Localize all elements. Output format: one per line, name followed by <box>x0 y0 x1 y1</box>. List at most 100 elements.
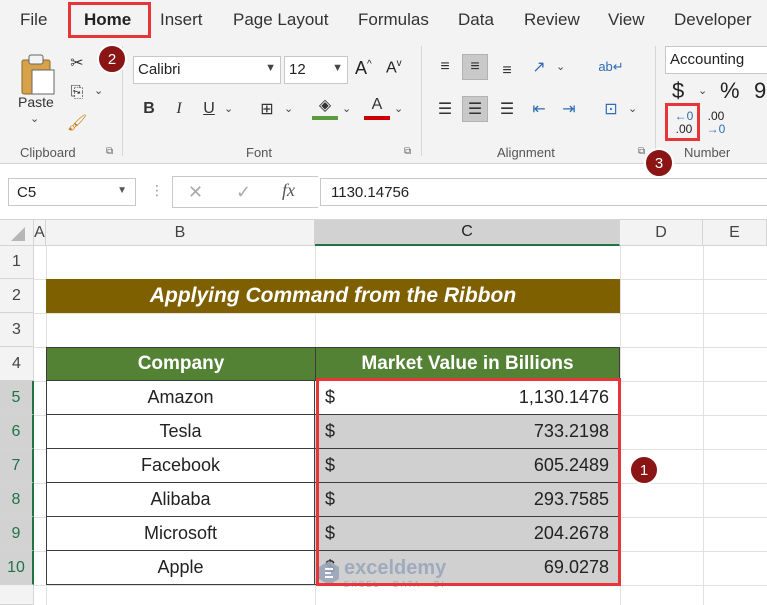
increase-decimal-highlight <box>665 103 700 141</box>
enter-icon[interactable]: ✓ <box>236 182 251 203</box>
sheet-title[interactable]: Applying Command from the Ribbon <box>46 279 620 313</box>
callout-badge-2: 2 <box>97 44 127 74</box>
merge-center-icon[interactable]: ⊡ <box>598 96 624 122</box>
font-size-dropdown[interactable]: 12 ▼ <box>284 56 348 84</box>
tab-review[interactable]: Review <box>524 10 580 30</box>
row-header-10[interactable]: 10 <box>0 551 34 585</box>
name-box[interactable]: C5 ▼ <box>8 178 136 206</box>
increase-indent-icon[interactable]: ⇥ <box>556 96 582 122</box>
row-header-2[interactable]: 2 <box>0 279 34 313</box>
column-header-c[interactable]: C <box>315 220 620 246</box>
cell-company[interactable]: Microsoft <box>46 517 315 551</box>
gridline <box>34 313 767 314</box>
grow-font-icon[interactable]: A^ <box>355 58 372 79</box>
row-header-1[interactable]: 1 <box>0 246 34 279</box>
align-right-icon[interactable]: ☰ <box>494 96 520 122</box>
select-all-corner[interactable] <box>0 220 34 246</box>
row-header-4[interactable]: 4 <box>0 347 34 381</box>
tab-page-layout[interactable]: Page Layout <box>233 10 328 30</box>
clipboard-launcher-icon[interactable]: ⧉ <box>106 146 113 157</box>
row-header-6[interactable]: 6 <box>0 415 34 449</box>
row-header-3[interactable]: 3 <box>0 313 34 347</box>
borders-icon[interactable]: ⊞ <box>254 96 280 122</box>
format-painter-icon[interactable]: 🖌 <box>64 110 90 136</box>
alignment-launcher-icon[interactable]: ⧉ <box>638 146 645 157</box>
fill-color-chevron-down-icon[interactable]: ⌄ <box>342 102 351 115</box>
cell-company[interactable]: Apple <box>46 551 315 585</box>
tab-view[interactable]: View <box>608 10 645 30</box>
copy-chevron-down-icon[interactable]: ⌄ <box>94 84 103 97</box>
tab-developer[interactable]: Developer <box>674 10 752 30</box>
callout-badge-1: 1 <box>629 455 659 485</box>
tab-insert[interactable]: Insert <box>160 10 203 30</box>
italic-button[interactable]: I <box>166 96 192 122</box>
copy-icon[interactable]: ⎘ <box>64 80 90 106</box>
tab-data[interactable]: Data <box>458 10 494 30</box>
formula-input[interactable]: 1130.14756 <box>320 178 767 206</box>
fill-color-icon[interactable]: ◈ <box>312 94 338 120</box>
orientation-icon[interactable]: ↗ <box>526 54 552 80</box>
cell-company[interactable]: Amazon <box>46 381 315 415</box>
chevron-down-icon: ▼ <box>332 62 343 74</box>
number-format-dropdown[interactable]: Accounting <box>665 46 767 74</box>
number-group-label: Number <box>684 145 731 160</box>
decrease-decimal-icon[interactable]: .00 →0 <box>702 110 730 136</box>
column-header-e[interactable]: E <box>703 220 767 246</box>
cut-icon[interactable]: ✂ <box>64 50 90 76</box>
name-box-chevron-down-icon[interactable]: ▼ <box>117 185 127 196</box>
row-header-7[interactable]: 7 <box>0 449 34 483</box>
row-header-5[interactable]: 5 <box>0 381 34 415</box>
row-header-8[interactable]: 8 <box>0 483 34 517</box>
column-header-d[interactable]: D <box>620 220 703 246</box>
decrease-indent-icon[interactable]: ⇤ <box>526 96 552 122</box>
orientation-chevron-down-icon[interactable]: ⌄ <box>556 60 565 73</box>
underline-chevron-down-icon[interactable]: ⌄ <box>224 102 233 115</box>
alignment-group-label: Alignment <box>497 145 555 160</box>
align-top-icon[interactable]: ≡ <box>432 54 458 80</box>
comma-format-icon[interactable]: 9 <box>754 78 766 104</box>
font-color-icon[interactable]: A <box>364 94 390 120</box>
merge-chevron-down-icon[interactable]: ⌄ <box>628 102 637 115</box>
shrink-font-icon[interactable]: Av <box>386 58 402 77</box>
align-center-icon[interactable]: ☰ <box>462 96 488 122</box>
insert-function-icon[interactable]: fx <box>282 180 295 201</box>
cancel-icon[interactable]: ✕ <box>188 182 203 203</box>
selection-highlight <box>316 378 621 586</box>
cell-company[interactable]: Facebook <box>46 449 315 483</box>
separator <box>655 46 656 156</box>
column-header-a[interactable]: A <box>34 220 46 246</box>
drag-handle-icon[interactable]: ⋮ <box>150 182 164 199</box>
wrap-text-icon[interactable]: ab↵ <box>598 54 624 80</box>
font-name-value: Calibri <box>138 61 181 78</box>
font-name-dropdown[interactable]: Calibri ▼ <box>133 56 281 84</box>
paste-chevron-down-icon[interactable]: ⌄ <box>30 112 39 125</box>
currency-chevron-down-icon[interactable]: ⌄ <box>698 84 707 97</box>
header-market-value[interactable]: Market Value in Billions <box>315 347 620 381</box>
align-left-icon[interactable]: ☰ <box>432 96 458 122</box>
number-format-value: Accounting <box>670 51 745 68</box>
row-header-9[interactable]: 9 <box>0 517 34 551</box>
font-color-chevron-down-icon[interactable]: ⌄ <box>394 102 403 115</box>
cell-company[interactable]: Alibaba <box>46 483 315 517</box>
cell-company[interactable]: Tesla <box>46 415 315 449</box>
bold-button[interactable]: B <box>136 96 162 122</box>
align-middle-icon[interactable]: ≡ <box>462 54 488 80</box>
home-tab-highlight <box>68 2 151 38</box>
font-size-value: 12 <box>289 61 306 78</box>
font-launcher-icon[interactable]: ⧉ <box>404 146 411 157</box>
currency-format-icon[interactable]: $ <box>672 78 684 104</box>
underline-button[interactable]: U <box>196 96 222 122</box>
row-header-11[interactable] <box>0 585 34 605</box>
column-header-b[interactable]: B <box>46 220 315 246</box>
paste-label: Paste <box>18 94 54 110</box>
tab-file[interactable]: File <box>20 10 47 30</box>
paste-icon <box>21 54 55 95</box>
align-bottom-icon[interactable]: ≡ <box>494 58 520 84</box>
select-all-triangle-icon <box>10 226 25 241</box>
font-group-label: Font <box>246 145 273 160</box>
percent-format-icon[interactable]: % <box>720 78 740 104</box>
callout-badge-3: 3 <box>644 148 674 178</box>
header-company[interactable]: Company <box>46 347 316 381</box>
tab-formulas[interactable]: Formulas <box>358 10 429 30</box>
borders-chevron-down-icon[interactable]: ⌄ <box>284 102 293 115</box>
